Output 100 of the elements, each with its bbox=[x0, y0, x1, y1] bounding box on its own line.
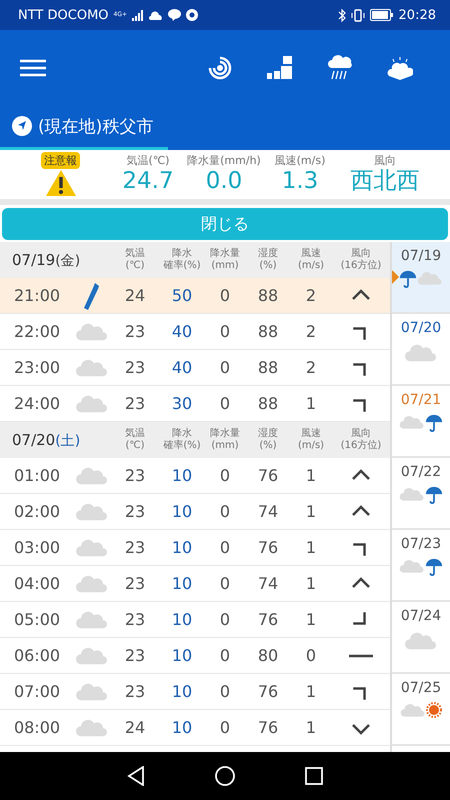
precipitation-amount-cell-text: 0 bbox=[218, 358, 232, 377]
day-date: 07/20(土) bbox=[11, 430, 82, 450]
precipitation-amount-cell-text: 0 bbox=[218, 394, 232, 413]
temperature-cell-text: 23 bbox=[124, 538, 146, 557]
cloud-cluster-icon bbox=[387, 56, 413, 80]
day-tab[interactable]: 07/19 bbox=[392, 242, 450, 314]
column-header: 気温 (℃) bbox=[124, 428, 146, 452]
cloud-icon bbox=[75, 537, 109, 558]
hour-cell-text: 03:00 bbox=[12, 538, 62, 557]
column-header: 風向 (16方位) bbox=[340, 248, 382, 272]
cloud-icon bbox=[75, 609, 109, 630]
cloud-icon bbox=[399, 558, 425, 574]
cloud-icon bbox=[75, 357, 109, 378]
precipitation-chance-cell-text: 10 bbox=[170, 502, 194, 521]
hour-cell-text: 04:00 bbox=[12, 574, 62, 593]
temperature-cell-text: 23 bbox=[124, 502, 146, 521]
wind-speed-cell-text: 1 bbox=[304, 610, 318, 629]
temperature-cell-text: 24 bbox=[124, 286, 146, 305]
humidity-cell-text: 74 bbox=[256, 574, 280, 593]
umbrella-icon bbox=[425, 486, 443, 504]
column-header: 気温 (℃) bbox=[124, 248, 146, 272]
precipitation-chance-cell-text: 10 bbox=[170, 646, 194, 665]
wind-speed-cell-text: 2 bbox=[304, 358, 318, 377]
column-header: 降水量 (mm) bbox=[209, 248, 241, 272]
precipitation-amount-cell-text: 0 bbox=[218, 286, 232, 305]
cloud-icon bbox=[75, 501, 109, 522]
column-header: 降水量 (mm) bbox=[209, 428, 241, 452]
temperature-cell-text: 23 bbox=[124, 610, 146, 629]
wind-speed-cell-text: 1 bbox=[304, 718, 318, 737]
umbrella-icon bbox=[425, 558, 443, 576]
sun-icon bbox=[426, 702, 442, 718]
wind-speed-cell-text: 1 bbox=[304, 466, 318, 485]
selection-pointer bbox=[392, 270, 399, 284]
clock-time: 20:28 bbox=[398, 8, 436, 22]
temperature-cell-text: 23 bbox=[124, 358, 146, 377]
home-button[interactable] bbox=[215, 766, 235, 786]
vibrate-icon bbox=[350, 8, 365, 22]
column-header: 風速 (m/s) bbox=[296, 248, 326, 272]
cloud-icon bbox=[75, 465, 109, 486]
column-header: 降水 確率(%) bbox=[162, 248, 202, 272]
cloud-icon bbox=[75, 681, 109, 702]
temperature-cell-text: 24 bbox=[124, 718, 146, 737]
condition-value: 0.0 bbox=[206, 168, 242, 196]
cloud-icon bbox=[75, 717, 109, 738]
humidity-cell-text: 88 bbox=[256, 394, 280, 413]
precipitation-chance-cell-text: 10 bbox=[170, 466, 194, 485]
recent-apps-button[interactable] bbox=[305, 767, 323, 785]
battery-icon bbox=[370, 9, 394, 21]
precipitation-amount-cell-text: 0 bbox=[218, 466, 232, 485]
hour-cell-text: 06:00 bbox=[12, 646, 62, 665]
precipitation-chance-cell-text: 50 bbox=[170, 286, 194, 305]
cloud-icon bbox=[404, 342, 438, 362]
cloud-icon bbox=[75, 393, 109, 414]
cloud-icon bbox=[75, 321, 109, 342]
precipitation-amount-cell-text: 0 bbox=[218, 502, 232, 521]
cloud-icon bbox=[404, 630, 438, 650]
temperature-cell-text: 23 bbox=[124, 646, 146, 665]
precipitation-amount-cell-text: 0 bbox=[218, 646, 232, 665]
cloud-icon bbox=[400, 702, 426, 718]
precipitation-amount-cell-text: 0 bbox=[218, 322, 232, 341]
column-header: 降水 確率(%) bbox=[162, 428, 202, 452]
precipitation-chance-cell-text: 10 bbox=[170, 682, 194, 701]
column-header: 湿度 (%) bbox=[257, 428, 279, 452]
rain-cloud-icon bbox=[327, 54, 353, 80]
browser-icon bbox=[186, 9, 198, 21]
umbrella-icon bbox=[425, 414, 443, 432]
warning-icon bbox=[44, 169, 76, 197]
signal-icon bbox=[132, 9, 144, 21]
temperature-cell-text: 23 bbox=[124, 574, 146, 593]
precipitation-chance-cell-text: 10 bbox=[170, 538, 194, 557]
column-header: 風向 (16方位) bbox=[340, 428, 382, 452]
precipitation-chance-cell-text: 40 bbox=[170, 358, 194, 377]
closed-umbrella-icon bbox=[83, 280, 101, 310]
hour-cell-text: 23:00 bbox=[12, 358, 62, 377]
precipitation-chance-cell-text: 10 bbox=[170, 574, 194, 593]
wind-calm-icon bbox=[349, 654, 373, 658]
wind-speed-cell-text: 2 bbox=[304, 322, 318, 341]
precipitation-amount-cell-text: 0 bbox=[218, 538, 232, 557]
wind-speed-cell-text: 0 bbox=[304, 646, 318, 665]
precipitation-chance-cell-text: 30 bbox=[170, 394, 194, 413]
hour-cell-text: 01:00 bbox=[12, 466, 62, 485]
wind-speed-cell-text: 1 bbox=[304, 682, 318, 701]
home-icon bbox=[215, 766, 235, 786]
precipitation-amount-cell-text: 0 bbox=[218, 610, 232, 629]
precipitation-chance-cell-text: 40 bbox=[170, 322, 194, 341]
condition-value: 24.7 bbox=[122, 168, 174, 196]
hour-cell-text: 08:00 bbox=[12, 718, 62, 737]
precipitation-chance-cell-text: 10 bbox=[170, 610, 194, 629]
precipitation-chance-cell-text: 10 bbox=[170, 718, 194, 737]
bluetooth-icon bbox=[338, 8, 346, 22]
cloud-icon bbox=[417, 270, 443, 286]
humidity-cell-text: 76 bbox=[256, 718, 280, 737]
humidity-cell-text: 74 bbox=[256, 502, 280, 521]
humidity-cell-text: 80 bbox=[256, 646, 280, 665]
precipitation-amount-cell-text: 0 bbox=[218, 718, 232, 737]
back-button[interactable] bbox=[127, 766, 145, 786]
temperature-cell-text: 23 bbox=[124, 682, 146, 701]
temperature-cell-text: 23 bbox=[124, 466, 146, 485]
day-date: 07/19(金) bbox=[11, 250, 82, 270]
humidity-cell-text: 76 bbox=[256, 610, 280, 629]
